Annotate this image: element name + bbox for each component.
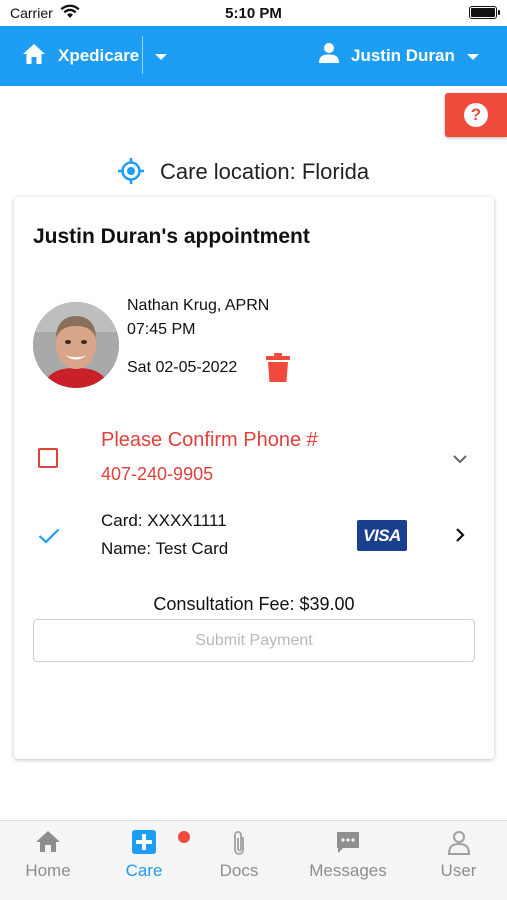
user-icon[interactable] [318,42,340,69]
tab-docs-label: Docs [219,861,259,880]
chat-icon [337,832,359,853]
phone-confirm-checkbox[interactable] [38,448,58,468]
provider-name: Nathan Krug, APRN [127,297,270,314]
header-divider [142,36,143,74]
battery-icon [469,6,500,19]
phone-confirm-prompt[interactable]: Please Confirm Phone # [101,429,318,452]
tab-care[interactable]: Care [96,821,192,900]
app-header: Xpedicare Justin Duran [0,26,507,86]
phone-number: 407-240-9905 [101,464,214,484]
tab-home[interactable]: Home [0,821,96,900]
appointment-date: Sat 02-05-2022 [127,359,238,376]
tab-messages-label: Messages [309,861,387,880]
visa-logo-icon: VISA [357,520,407,551]
medical-plus-icon [132,830,156,854]
help-button[interactable]: ? [445,93,507,137]
location-target-icon [117,157,145,190]
tab-home-label: Home [25,861,71,880]
tab-user[interactable]: User [410,821,507,900]
app-name[interactable]: Xpedicare [58,46,139,66]
paperclip-icon [234,831,244,855]
appointment-time: 07:45 PM [127,321,196,338]
payment-card-number[interactable]: Card: XXXX1111 [101,511,227,531]
status-bar: Carrier 5:10 PM [0,0,507,26]
care-location: Care location: Florida [0,156,507,188]
tab-care-label: Care [125,861,163,880]
chevron-right-icon[interactable] [454,527,466,548]
tab-user-label: User [440,861,477,880]
question-icon: ? [464,103,488,127]
provider-avatar [33,302,119,388]
status-time: 5:10 PM [225,5,282,22]
bottom-tab-bar: Home Care Docs Messages User [0,820,507,900]
trash-icon[interactable] [266,353,290,388]
submit-payment-button[interactable]: Submit Payment [33,619,475,662]
tab-messages[interactable]: Messages [286,821,410,900]
tab-docs[interactable]: Docs [192,821,286,900]
chevron-down-icon[interactable] [452,452,468,470]
appointment-title: Justin Duran's appointment [33,225,310,248]
user-icon [447,831,471,855]
user-menu-chevron-down-icon[interactable] [467,54,479,60]
user-name[interactable]: Justin Duran [351,46,455,66]
care-notification-badge [178,831,190,843]
home-icon[interactable] [22,43,46,70]
app-switcher-chevron-down-icon[interactable] [155,54,167,60]
payment-card-name[interactable]: Name: Test Card [101,539,228,559]
care-location-label: Care location: Florida [160,159,370,184]
consultation-fee: Consultation Fee: $39.00 [153,594,355,614]
checkmark-icon [38,528,60,549]
appointment-card: Justin Duran's appointment Nathan Krug, … [14,197,494,759]
